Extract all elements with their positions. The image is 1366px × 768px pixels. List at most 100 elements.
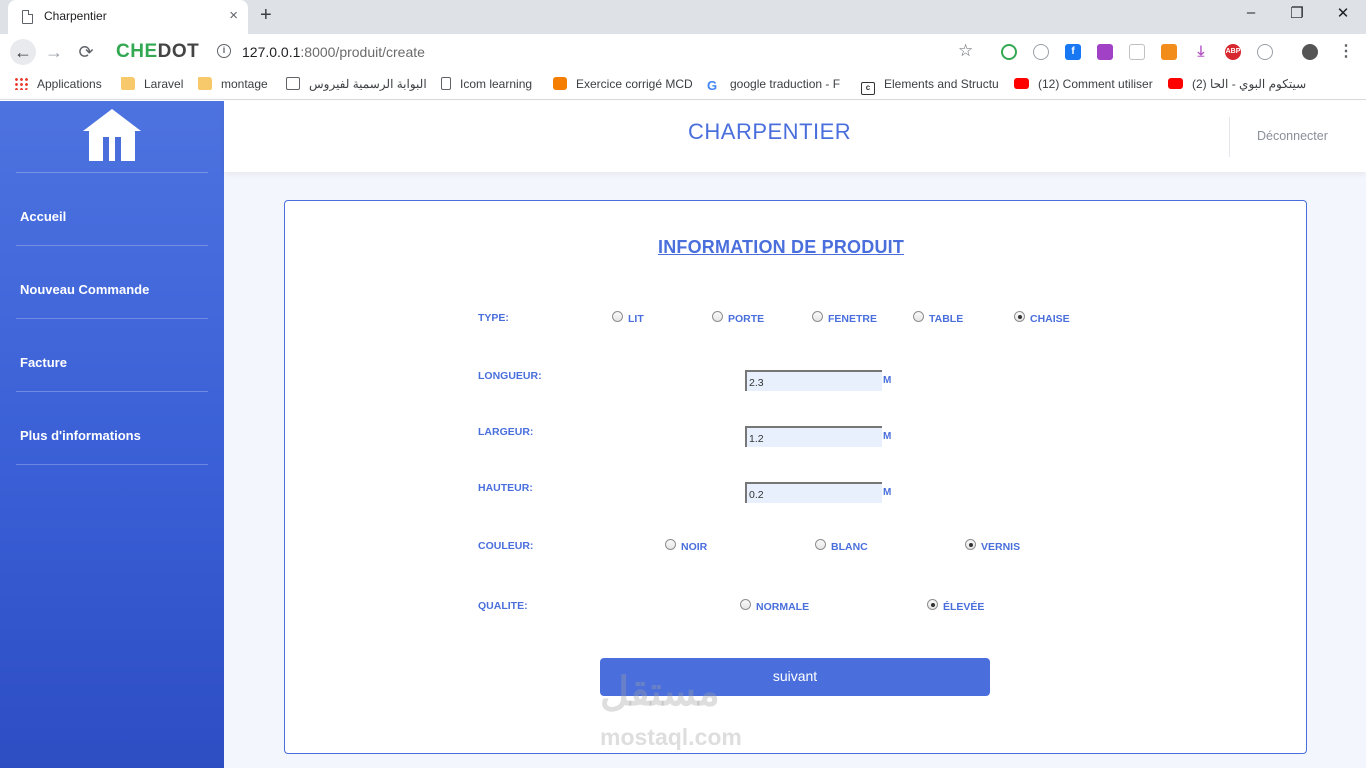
longueur-input[interactable] (745, 370, 882, 391)
sidebar-item-nouveau-commande[interactable]: Nouveau Commande (20, 282, 149, 297)
qualite-option-label: NORMALE (756, 601, 810, 613)
logout-link[interactable]: Déconnecter (1257, 129, 1328, 143)
tab-title: Charpentier (44, 9, 107, 23)
house-hammer-logo-icon[interactable] (81, 107, 143, 163)
sidebar-divider (16, 391, 208, 392)
bookmark-item[interactable]: Applications (14, 77, 102, 93)
video-icon[interactable] (1161, 44, 1177, 60)
type-radio-porte[interactable] (712, 311, 723, 322)
watermark-latin: mostaql.com (600, 724, 742, 750)
bookmark-item[interactable]: (12) Comment utiliser (1014, 77, 1153, 93)
sidebar-divider (16, 464, 208, 465)
bookmark-item[interactable]: Exercice corrigé MCD (553, 77, 693, 93)
reload-button[interactable]: ⟳ (74, 41, 98, 63)
csharp-icon: c (861, 82, 875, 95)
bookmark-item[interactable]: montage (198, 77, 268, 93)
restore-button[interactable]: ❐ (1282, 4, 1312, 22)
type-option-label: PORTE (728, 313, 765, 325)
sidebar-divider (16, 172, 208, 173)
product-form-card: INFORMATION DE PRODUIT TYPE: LIT PORTE F… (284, 200, 1307, 754)
type-option-label: CHAISE (1030, 313, 1070, 325)
minimize-button[interactable]: – (1236, 4, 1266, 21)
address-bar[interactable]: 127.0.0.1:8000/produit/create (242, 44, 425, 60)
qualite-radio-normale[interactable] (740, 599, 751, 610)
qualite-radio-elevee[interactable] (927, 599, 938, 610)
tv-icon[interactable] (1097, 44, 1113, 60)
sidebar-item-facture[interactable]: Facture (20, 355, 67, 370)
youtube-icon (1168, 78, 1183, 89)
envelope-icon (286, 77, 300, 90)
qualite-option-label: ÉLEVÉE (943, 601, 985, 613)
whatsapp-icon[interactable] (1033, 44, 1049, 60)
bookmark-item[interactable]: Laravel (121, 77, 183, 93)
browser-tab[interactable]: Charpentier × (8, 0, 248, 34)
app-viewport: Accueil Nouveau Commande Facture Plus d'… (0, 101, 1366, 768)
couleur-radio-vernis[interactable] (965, 539, 976, 550)
back-button[interactable]: ← (10, 39, 36, 65)
couleur-option-label: VERNIS (981, 541, 1021, 553)
abp-icon[interactable]: ABP (1225, 44, 1241, 60)
close-window-button[interactable]: ✕ (1328, 4, 1358, 22)
google-icon: G (707, 78, 718, 93)
form-title: INFORMATION DE PRODUIT (658, 237, 905, 257)
hauteur-input[interactable] (745, 482, 882, 503)
puzzle-icon[interactable] (1001, 44, 1017, 60)
new-tab-button[interactable]: + (260, 4, 272, 27)
brand-title: CHARPENTIER (688, 119, 852, 144)
messenger-icon[interactable] (1257, 44, 1273, 60)
bookmark-item[interactable]: Ggoogle traduction - F (707, 77, 840, 93)
type-radio-chaise[interactable] (1014, 311, 1025, 322)
url-host: 127.0.0.1 (242, 44, 301, 60)
sidebar-divider (16, 245, 208, 246)
largeur-input[interactable] (745, 426, 882, 447)
largeur-unit: M (883, 431, 892, 442)
sidebar-item-accueil[interactable]: Accueil (20, 209, 66, 224)
hauteur-unit: M (883, 487, 892, 498)
type-radio-lit[interactable] (612, 311, 623, 322)
browser-toolbar: ← → ⟳ CHEDOT i 127.0.0.1:8000/produit/cr… (0, 34, 1366, 70)
bookmarks-bar: Applications Laravel montage البوابة الر… (0, 70, 1366, 100)
url-path: :8000/produit/create (300, 44, 425, 60)
forward-button[interactable]: → (42, 41, 66, 63)
bookmark-item[interactable]: (2) سيتكوم البوي - الحا (1168, 77, 1306, 93)
longueur-label: LONGUEUR: (478, 370, 542, 382)
longueur-unit: M (883, 375, 892, 386)
couleur-option-label: NOIR (681, 541, 708, 553)
sidebar-divider (16, 318, 208, 319)
lock-icon[interactable] (1129, 44, 1145, 60)
blogger-icon (553, 77, 567, 90)
watermark-arabic: مستقل (600, 670, 720, 714)
browser-titlebar: Charpentier × + – ❐ ✕ (0, 0, 1366, 34)
bookmark-star-icon[interactable]: ☆ (958, 41, 973, 61)
largeur-label: LARGEUR: (478, 426, 534, 438)
type-option-label: TABLE (929, 313, 964, 325)
browser-logo: CHEDOT (116, 41, 200, 62)
page-icon (22, 10, 33, 24)
type-label: TYPE: (478, 312, 509, 324)
sidebar: Accueil Nouveau Commande Facture Plus d'… (0, 101, 224, 768)
couleur-option-label: BLANC (831, 541, 868, 553)
tab-close-icon[interactable]: × (229, 7, 238, 25)
sidebar-item-plus-informations[interactable]: Plus d'informations (20, 428, 141, 443)
hauteur-label: HAUTEUR: (478, 482, 533, 494)
folder-icon (198, 77, 212, 90)
couleur-radio-noir[interactable] (665, 539, 676, 550)
download-icon[interactable]: ⤓ (1193, 44, 1209, 60)
bookmark-item[interactable]: Icom learning (441, 77, 532, 93)
bookmark-item[interactable]: c Elements and Structu (861, 77, 999, 95)
info-icon[interactable]: i (217, 44, 231, 58)
couleur-radio-blanc[interactable] (815, 539, 826, 550)
page-icon (441, 77, 451, 90)
type-option-label: FENETRE (828, 313, 878, 325)
facebook-icon[interactable]: f (1065, 44, 1081, 60)
bookmark-item[interactable]: البوابة الرسمية لفيروس (286, 77, 427, 93)
type-radio-table[interactable] (913, 311, 924, 322)
avatar-icon[interactable] (1302, 44, 1318, 60)
youtube-icon (1014, 78, 1029, 89)
menu-icon[interactable]: ⋮ (1338, 44, 1354, 60)
couleur-label: COULEUR: (478, 540, 534, 552)
type-option-label: LIT (628, 313, 644, 325)
apps-grid-icon (14, 77, 28, 90)
type-radio-fenetre[interactable] (812, 311, 823, 322)
header-divider (1229, 117, 1230, 157)
